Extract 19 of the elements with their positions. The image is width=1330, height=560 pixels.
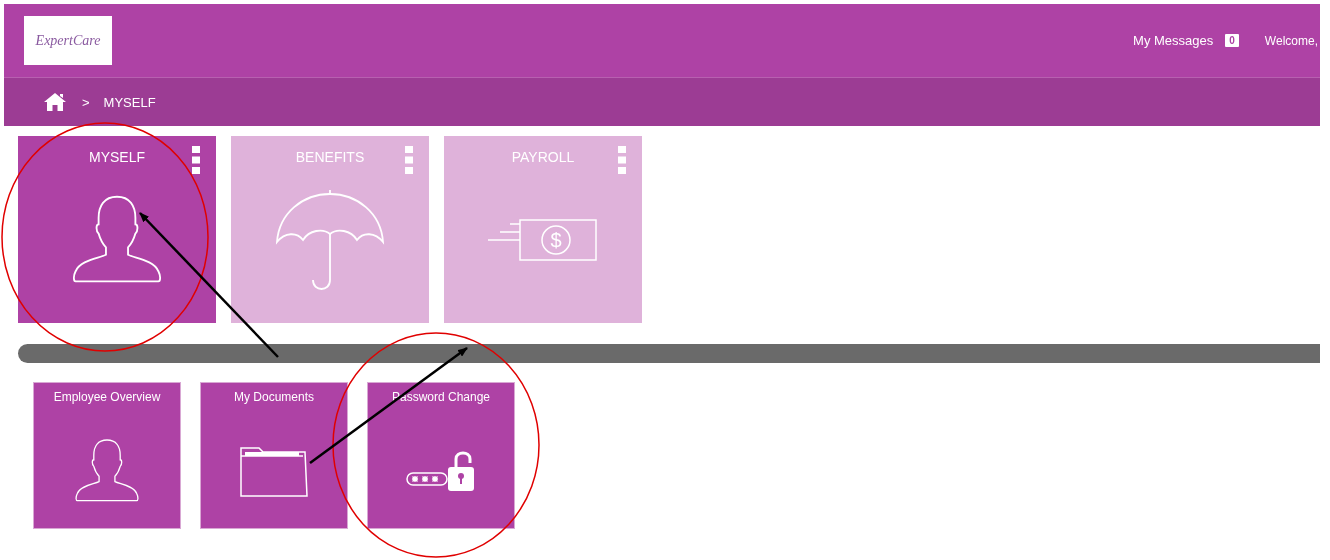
more-menu-icon[interactable]: [192, 146, 200, 174]
function-tile[interactable]: Employee Overview: [33, 382, 181, 529]
category-tile[interactable]: MYSELF: [18, 136, 216, 323]
function-tile[interactable]: My Documents: [200, 382, 348, 529]
tile-title: BENEFITS: [295, 149, 365, 165]
message-count-badge: 0: [1225, 34, 1239, 47]
tile-title: MYSELF: [89, 149, 145, 165]
breadcrumb-separator: >: [82, 94, 90, 110]
logo[interactable]: ExpertCare: [24, 16, 112, 65]
umbrella-icon: [275, 188, 385, 292]
tile-title: Employee Overview: [53, 390, 161, 404]
password-lock-icon: [406, 449, 476, 493]
messages-link[interactable]: My Messages: [1133, 33, 1214, 48]
tile-title: My Documents: [234, 390, 314, 404]
home-icon[interactable]: [44, 93, 66, 111]
tile-title: PAYROLL: [511, 149, 575, 165]
breadcrumb-current: MYSELF: [103, 94, 156, 110]
folder-icon: [239, 444, 309, 498]
welcome-text: Welcome,: [1264, 33, 1318, 48]
